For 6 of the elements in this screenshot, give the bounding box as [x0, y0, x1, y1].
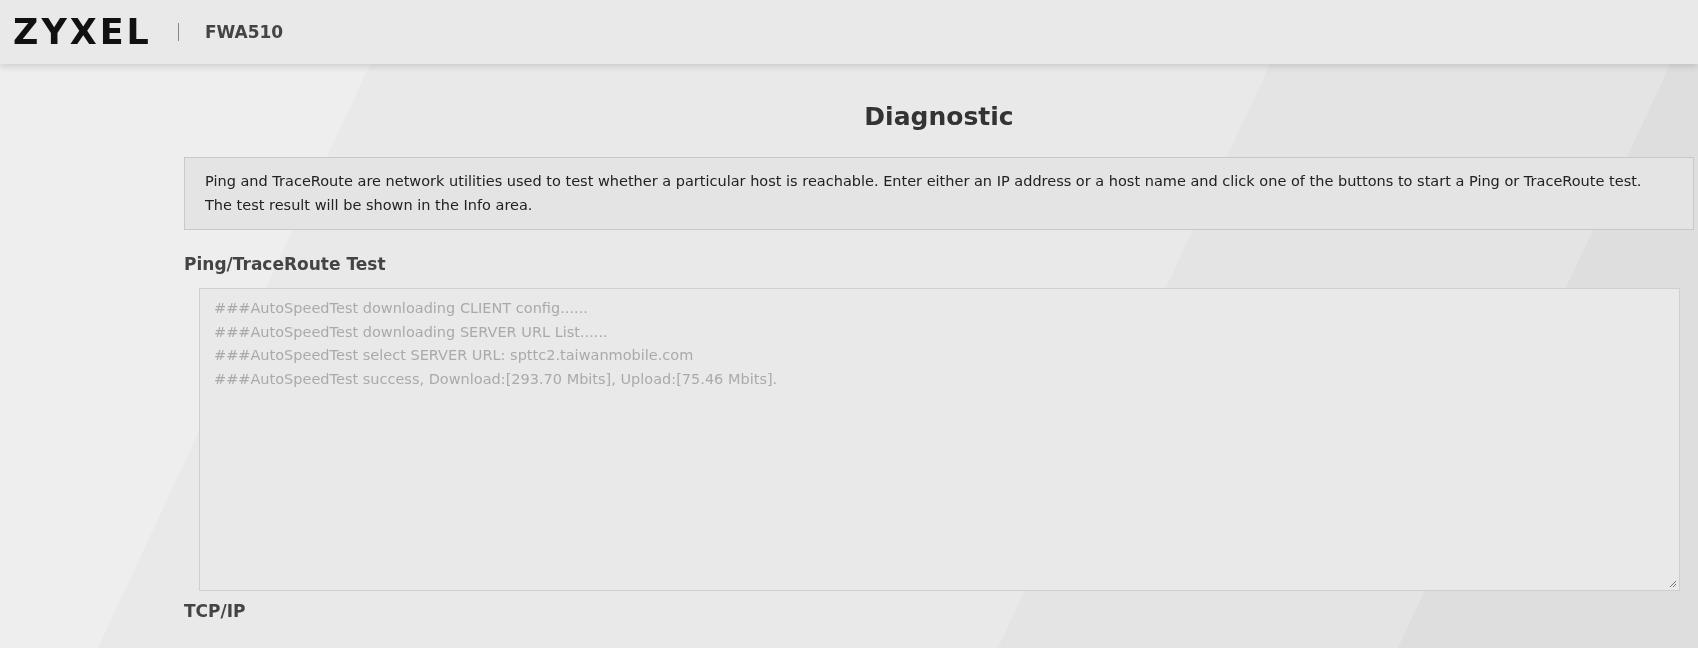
page-title: Diagnostic: [863, 102, 1015, 131]
zyxel-logo: ZYXEL: [13, 12, 152, 52]
info-text: Ping and TraceRoute are network utilities used to test whether a particular host is reachable. Enter either an IP address or a host name and click one of the buttons to start a Ping or TraceRoute test. The test result will be shown in the Info area.: [184, 157, 1694, 230]
section-heading: TCP/IP: [184, 601, 247, 621]
section-heading: Ping/TraceRoute Test: [184, 254, 387, 274]
model-name: FWA510: [204, 22, 284, 42]
